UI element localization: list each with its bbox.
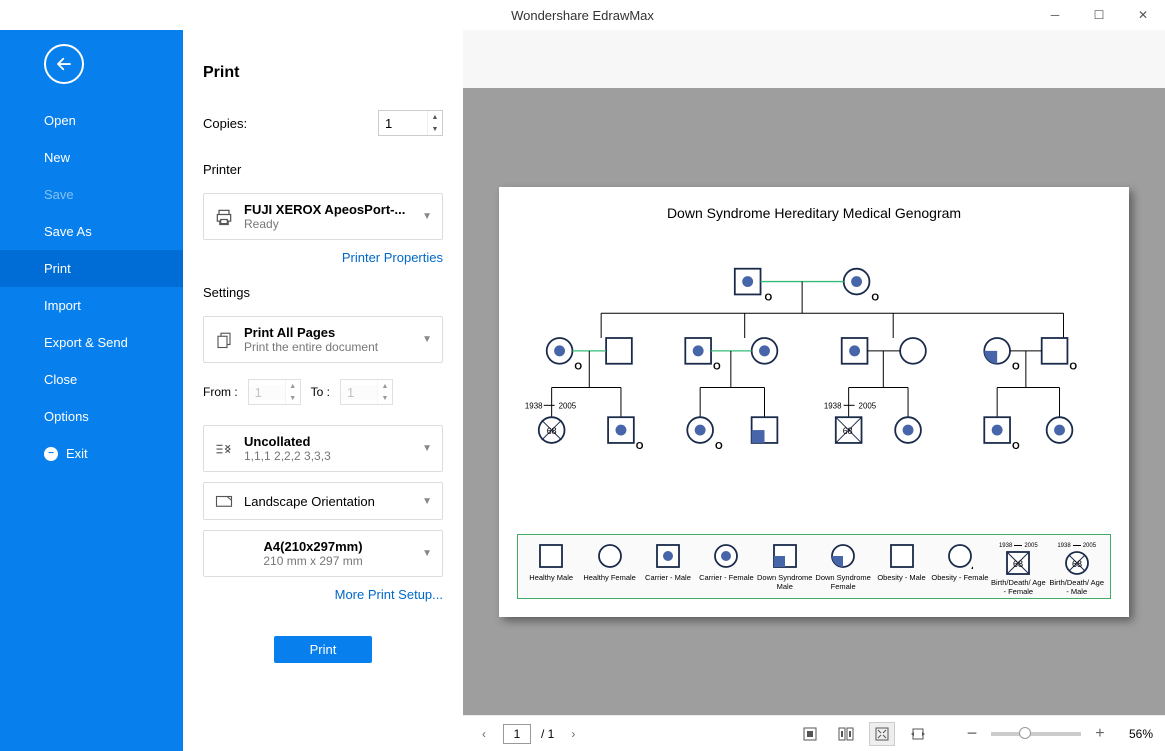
copies-label: Copies: [203, 116, 247, 131]
pages-sub: Print the entire document [244, 340, 412, 354]
landscape-icon [214, 491, 234, 511]
sidebar-item-exit[interactable]: − Exit [0, 435, 183, 472]
arrow-left-icon [55, 55, 73, 73]
prev-page-button[interactable]: ‹ [475, 725, 493, 743]
svg-text:O: O [636, 440, 644, 451]
more-print-setup-link[interactable]: More Print Setup... [203, 587, 443, 602]
genogram-tree: O O O O [517, 241, 1111, 534]
sidebar-item-open[interactable]: Open [0, 102, 183, 139]
sidebar-item-new[interactable]: New [0, 139, 183, 176]
from-input [249, 385, 285, 400]
zoom-value: 56% [1129, 727, 1153, 741]
svg-text:2005: 2005 [559, 401, 577, 410]
chevron-down-icon: ▼ [422, 548, 432, 559]
page-heading: Print [203, 64, 443, 82]
printer-section-label: Printer [203, 162, 443, 177]
svg-text:O: O [1012, 440, 1020, 451]
page-number-input[interactable] [503, 724, 531, 744]
preview-statusbar: ‹ / 1 › − + 56% [463, 715, 1165, 751]
chevron-down-icon: ▼ [422, 443, 432, 454]
pages-dropdown[interactable]: Print All Pages Print the entire documen… [203, 316, 443, 363]
view-multi-button[interactable] [833, 722, 859, 746]
printer-dropdown[interactable]: FUJI XEROX ApeosPort-... Ready ▼ [203, 193, 443, 240]
printer-icon [214, 207, 234, 227]
pages-title: Print All Pages [244, 325, 412, 340]
copies-down[interactable]: ▼ [428, 123, 442, 135]
maximize-button[interactable]: ☐ [1077, 0, 1121, 30]
preview-page: Down Syndrome Hereditary Medical Genogra… [499, 187, 1129, 617]
chevron-down-icon: ▼ [422, 211, 432, 222]
paper-dropdown[interactable]: A4(210x297mm) 210 mm x 297 mm ▼ [203, 530, 443, 577]
view-fit-button[interactable] [869, 722, 895, 746]
orientation-value: Landscape Orientation [244, 494, 412, 509]
svg-text:O: O [871, 292, 879, 303]
svg-text:1938: 1938 [525, 401, 543, 410]
sidebar-item-close[interactable]: Close [0, 361, 183, 398]
svg-text:O: O [1069, 361, 1077, 372]
paper-title: A4(210x297mm) [214, 539, 412, 554]
collate-sub: 1,1,1 2,2,2 3,3,3 [244, 449, 412, 463]
svg-text:68: 68 [843, 426, 853, 436]
minimize-button[interactable]: ─ [1033, 0, 1077, 30]
zoom-out-button[interactable]: − [963, 725, 981, 743]
collate-title: Uncollated [244, 434, 412, 449]
collate-icon [214, 439, 234, 459]
zoom-slider[interactable] [991, 732, 1081, 736]
preview-panel: Down Syndrome Hereditary Medical Genogra… [463, 30, 1165, 751]
legend: Healthy Male Healthy Female Carrier - Ma… [517, 534, 1111, 599]
sidebar-item-export[interactable]: Export & Send [0, 324, 183, 361]
sidebar-item-print[interactable]: Print [0, 250, 183, 287]
svg-text:2005: 2005 [859, 401, 877, 410]
svg-text:68: 68 [547, 426, 557, 436]
sidebar: Open New Save Save As Print Import Expor… [0, 30, 183, 751]
print-button[interactable]: Print [274, 636, 373, 663]
to-label: To : [311, 385, 330, 399]
from-label: From : [203, 385, 238, 399]
svg-text:O: O [574, 361, 582, 372]
collate-dropdown[interactable]: Uncollated 1,1,1 2,2,2 3,3,3 ▼ [203, 425, 443, 472]
view-width-button[interactable] [905, 722, 931, 746]
sidebar-item-import[interactable]: Import [0, 287, 183, 324]
chevron-down-icon: ▼ [422, 334, 432, 345]
printer-properties-link[interactable]: Printer Properties [203, 250, 443, 265]
to-input [341, 385, 377, 400]
printer-name: FUJI XEROX ApeosPort-... [244, 202, 412, 217]
svg-text:O: O [715, 440, 723, 451]
back-button[interactable] [44, 44, 84, 84]
printer-status: Ready [244, 217, 412, 231]
svg-text:O: O [713, 361, 721, 372]
exit-icon: − [44, 447, 58, 461]
copies-input[interactable] [379, 116, 427, 131]
copies-spinner[interactable]: ▲▼ [378, 110, 443, 136]
print-settings-panel: Print Copies: ▲▼ Printer FUJI XEROX Apeo… [183, 30, 463, 751]
to-spinner: ▲▼ [340, 379, 393, 405]
pages-icon [214, 330, 234, 350]
from-spinner: ▲▼ [248, 379, 301, 405]
svg-text:O: O [1012, 361, 1020, 372]
sidebar-item-save[interactable]: Save [0, 176, 183, 213]
app-title: Wondershare EdrawMax [511, 8, 654, 23]
settings-section-label: Settings [203, 285, 443, 300]
zoom-in-button[interactable]: + [1091, 725, 1109, 743]
titlebar: Wondershare EdrawMax ─ ☐ ✕ [0, 0, 1165, 30]
preview-area[interactable]: Down Syndrome Hereditary Medical Genogra… [463, 88, 1165, 715]
close-button[interactable]: ✕ [1121, 0, 1165, 30]
orientation-dropdown[interactable]: Landscape Orientation ▼ [203, 482, 443, 520]
sidebar-item-saveas[interactable]: Save As [0, 213, 183, 250]
svg-text:68: 68 [1072, 559, 1082, 569]
page-total: / 1 [541, 727, 554, 741]
paper-sub: 210 mm x 297 mm [214, 554, 412, 568]
next-page-button[interactable]: › [564, 725, 582, 743]
document-title: Down Syndrome Hereditary Medical Genogra… [517, 205, 1111, 221]
svg-text:68: 68 [1013, 559, 1023, 569]
svg-text:1938: 1938 [824, 401, 842, 410]
svg-text:O: O [971, 565, 973, 569]
view-single-button[interactable] [797, 722, 823, 746]
chevron-down-icon: ▼ [422, 496, 432, 507]
sidebar-item-options[interactable]: Options [0, 398, 183, 435]
copies-up[interactable]: ▲ [428, 111, 442, 123]
svg-text:O: O [765, 292, 773, 303]
